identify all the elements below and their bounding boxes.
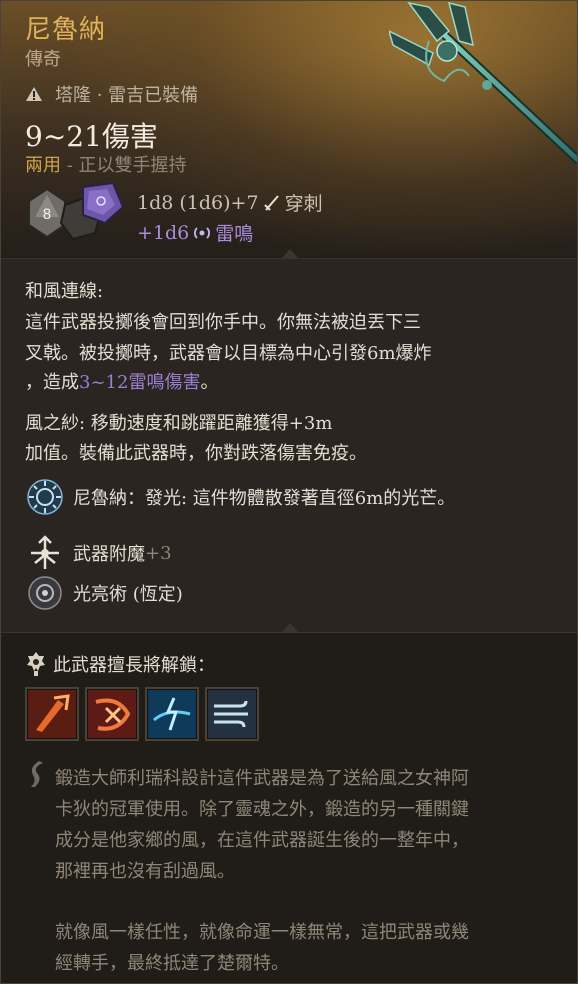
lore-line-3: 成分是他家鄉的風，在這件武器誕生後的一整年中， (55, 830, 469, 851)
warning-icon (26, 87, 42, 101)
weapon-enchant-icon (31, 535, 59, 569)
skill-lightning-icon (148, 690, 196, 738)
handedness: 兩用 - 正以雙手握持 (25, 151, 187, 177)
passive-line-2: 叉戟。被投擲時，武器會以目標為中心引發6m爆炸 (25, 343, 432, 364)
skill-slot-2[interactable] (85, 687, 139, 741)
piercing-dagger-icon (263, 194, 279, 211)
damage-dice-thunder: +1d6 (137, 221, 190, 244)
spell-property: 光亮術 (恆定) (25, 573, 183, 613)
skill-slot-3[interactable] (145, 687, 199, 741)
item-rarity: 傳奇 (25, 49, 61, 70)
tooltip-header: 尼魯納 傳奇 塔隆 · 雷吉已裝備 9~21傷害 兩用 - 正以雙手握持 8 1… (1, 1, 577, 257)
dice-icon: 8 (28, 183, 125, 241)
light-spell-icon (28, 576, 62, 610)
handedness-tag: 兩用 (25, 155, 61, 176)
wind-veil-line-1: 風之紗: 移動速度和跳躍距離獲得+3m (25, 413, 333, 434)
glow-property: 尼魯納：發光: 這件物體散發著直徑6m的光芒。 (25, 477, 455, 517)
spell-text: 光亮術 (恆定) (73, 584, 183, 605)
lore-line-4: 那裡再也沒有刮過風。 (55, 861, 235, 882)
mastery-header: 此武器擅長將解鎖： (25, 651, 215, 677)
equip-requirement: 塔隆 · 雷吉已裝備 (25, 81, 198, 107)
lore-line-6: 經轉手，最終抵達了楚爾特。 (55, 953, 289, 974)
passive-line-3: ，造成3~12雷鳴傷害。 (25, 368, 218, 398)
passive-line-1: 這件武器投擲後會回到你手中。你無法被迫丟下三 (25, 312, 421, 333)
passive-line-3-c: 。 (200, 372, 219, 393)
glow-icon (27, 479, 63, 515)
damage-type-piercing: 穿刺 (284, 193, 323, 215)
trident-image (389, 1, 577, 165)
lore-quill-icon (31, 761, 43, 787)
mastery-lock-icon (27, 652, 45, 676)
thunder-damage-value: 3~12雷鳴傷害 (79, 372, 201, 393)
skill-fire-slash-icon (88, 690, 136, 738)
damage-dice-physical: 1d8 (1d6)+7 (137, 191, 259, 214)
mastery-skills (25, 687, 259, 741)
lore-line-1: 鍛造大師利瑞科設計這件武器是為了送給風之女神阿 (55, 768, 469, 789)
skill-wind-icon (208, 690, 256, 738)
damage-type-thunder: 雷鳴 (215, 223, 254, 245)
skill-slot-4[interactable] (205, 687, 259, 741)
enchant-label: 武器附魔 (73, 544, 145, 565)
dice-label: 8 (43, 207, 52, 223)
item-name: 尼魯納 (25, 15, 107, 45)
skill-fire-strike-icon (28, 690, 76, 738)
damage-range: 9~21傷害 (25, 120, 158, 153)
glow-text: 尼魯納：發光: 這件物體散發著直徑6m的光芒。 (73, 488, 456, 509)
passive-title: 和風連線: (25, 281, 104, 302)
damage-line-physical: 1d8 (1d6)+7 穿刺 (137, 189, 323, 216)
skill-slot-1[interactable] (25, 687, 79, 741)
lore-line-2: 卡狄的冠軍使用。除了靈魂之外，鍛造的另一種關鍵 (55, 799, 469, 820)
enchant-value: +3 (145, 542, 172, 564)
lore-line-5: 就像風一樣任性，就像命運一樣無常，這把武器或幾 (55, 922, 469, 943)
handedness-note: - 正以雙手握持 (61, 155, 187, 176)
passive-line-3-a: ，造成 (25, 372, 79, 393)
item-tooltip: 尼魯納 傳奇 塔隆 · 雷吉已裝備 9~21傷害 兩用 - 正以雙手握持 8 1… (0, 0, 578, 984)
mastery-label: 此武器擅長將解鎖： (53, 655, 215, 676)
enchant-property: 武器附魔 +3 (25, 533, 172, 573)
thunder-icon (194, 226, 211, 239)
damage-line-thunder: +1d6 雷鳴 (137, 219, 253, 246)
equip-requirement-text: 塔隆 · 雷吉已裝備 (55, 85, 199, 106)
wind-veil-line-2: 加值。裝備此武器時，你對跌落傷害免疫。 (25, 443, 367, 464)
